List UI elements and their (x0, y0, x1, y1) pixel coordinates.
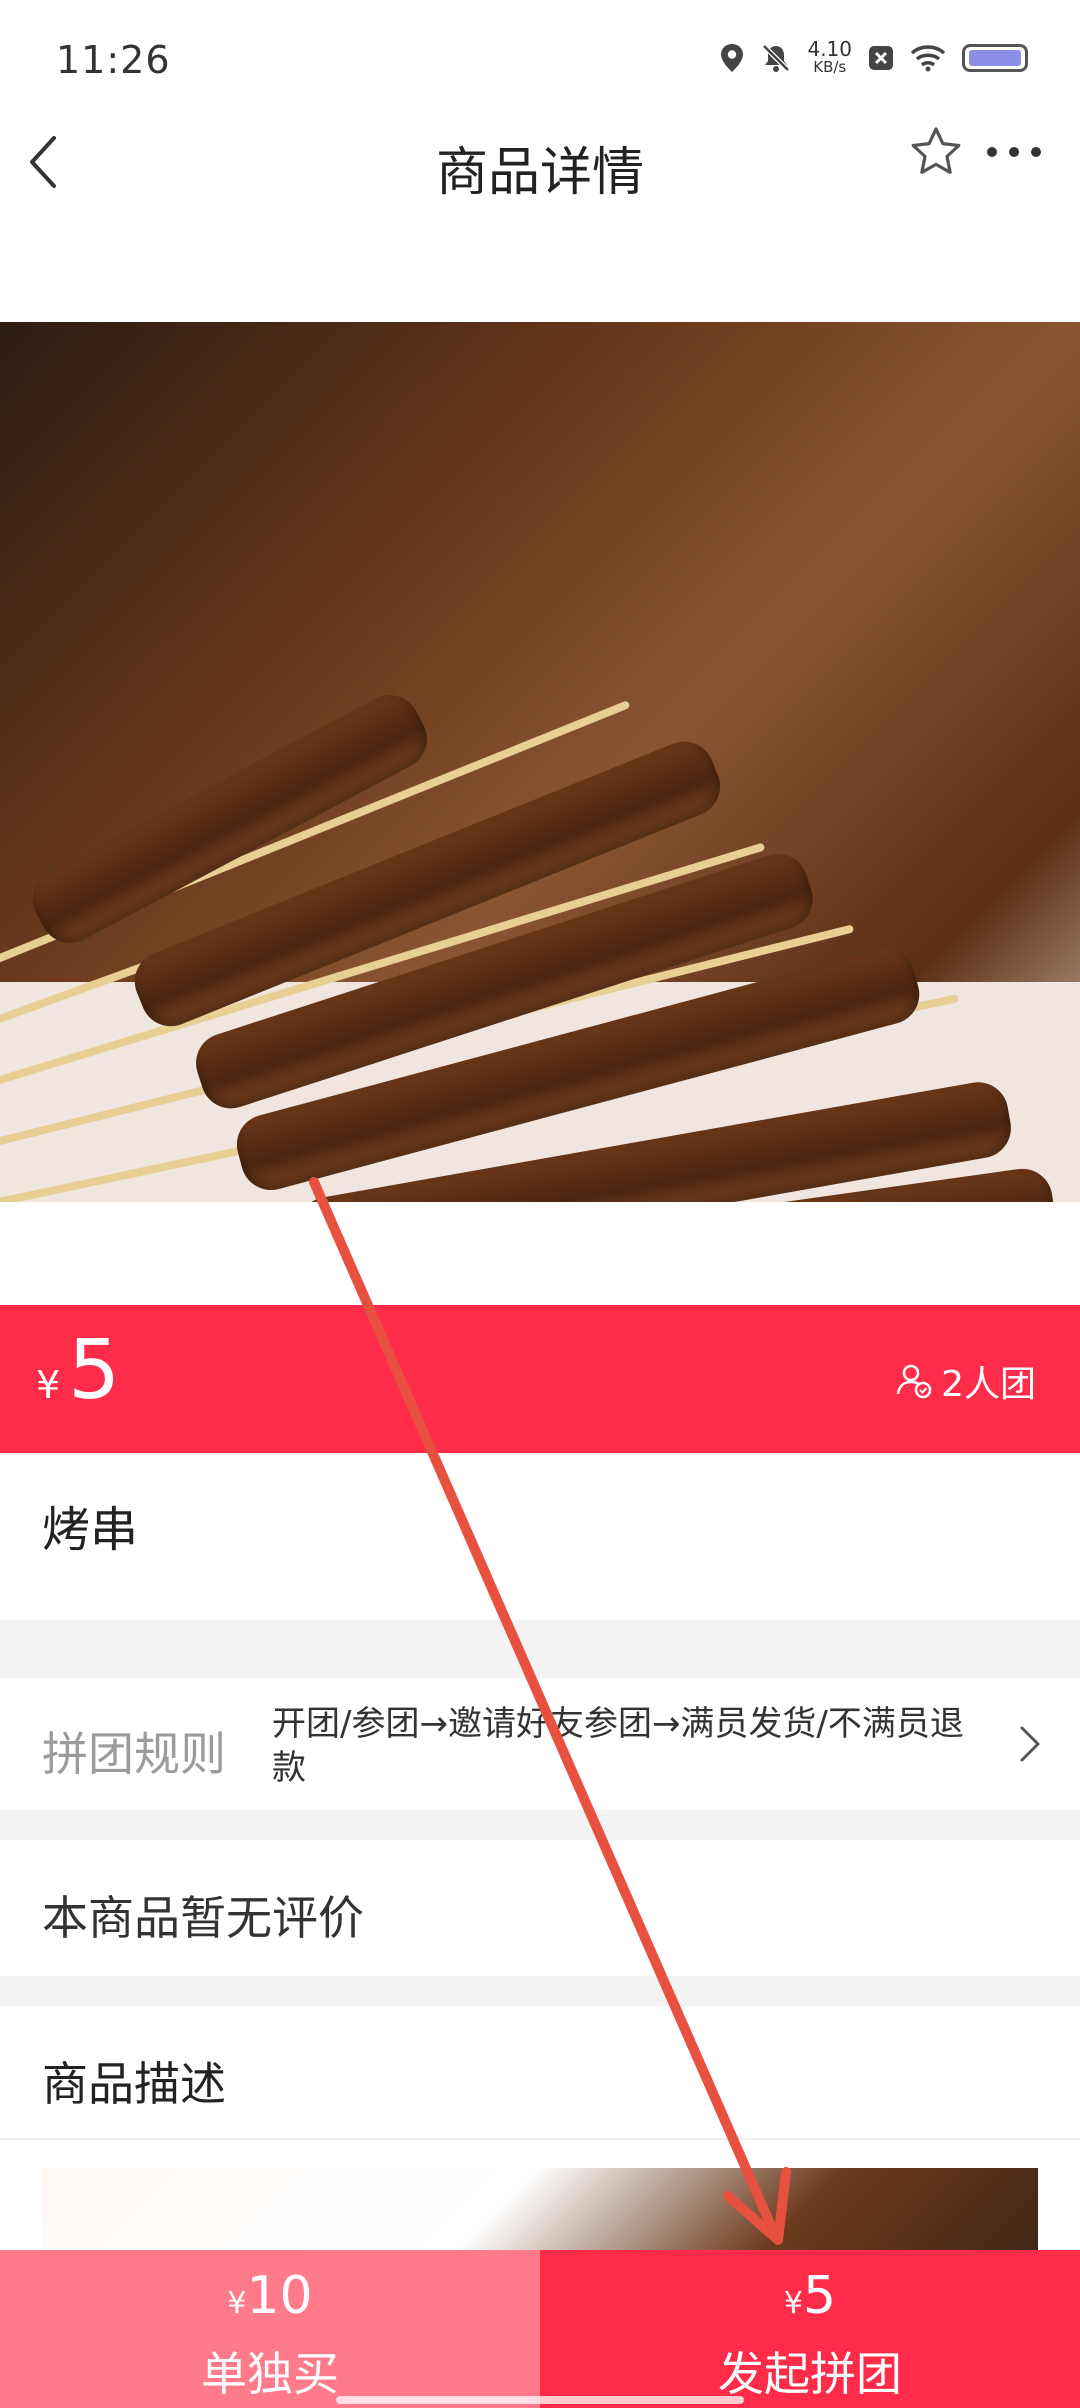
more-dots-icon[interactable] (984, 140, 1044, 164)
group-buy-currency: ¥ (783, 2286, 803, 2321)
group-size-tag: 2人团 (895, 1355, 1036, 1407)
location-icon (721, 44, 744, 72)
chevron-right-icon (1020, 1726, 1040, 1762)
price-band: ¥ 5 2人团 (0, 1305, 1080, 1453)
section-divider (0, 1810, 1080, 1840)
net-speed: 4.10 KB/s (807, 37, 852, 76)
no-reviews-text: 本商品暂无评价 (42, 1891, 364, 1945)
app-notification-icon (869, 46, 893, 70)
description-title: 商品描述 (42, 2057, 226, 2111)
status-bar: 11:26 4.10 KB/s (0, 0, 1080, 120)
home-indicator (336, 2396, 744, 2404)
buy-alone-currency: ¥ (227, 2286, 247, 2321)
group-buy-price-value: 5 (803, 2266, 837, 2326)
buy-alone-label: 单独买 (201, 2347, 339, 2401)
battery-icon (962, 44, 1028, 72)
group-rules-label: 拼团规则 (42, 1727, 226, 1781)
group-buy-label: 发起拼团 (718, 2347, 902, 2401)
net-speed-unit: KB/s (813, 58, 847, 76)
status-time: 11:26 (56, 38, 171, 82)
bottom-action-bar: ¥10 单独买 ¥5 发起拼团 (0, 2250, 1080, 2408)
net-speed-value: 4.10 (807, 37, 852, 61)
group-price: 5 (68, 1323, 121, 1418)
section-divider (0, 1620, 1080, 1678)
price-currency: ¥ (36, 1363, 61, 1407)
product-image[interactable] (0, 322, 1080, 1202)
star-outline-icon[interactable] (908, 124, 964, 180)
wifi-icon (910, 45, 946, 72)
buy-alone-button[interactable]: ¥10 单独买 (0, 2250, 540, 2408)
start-group-buy-button[interactable]: ¥5 发起拼团 (540, 2250, 1080, 2408)
bell-off-icon (762, 44, 791, 72)
buy-alone-price-value: 10 (246, 2266, 313, 2326)
buy-alone-price: ¥10 (0, 2266, 540, 2326)
status-icons: 4.10 KB/s (719, 37, 1028, 76)
group-size-label: 2人团 (941, 1364, 1036, 1405)
group-rules-row[interactable]: 拼团规则 开团/参团→邀请好友参团→满员发货/不满员退款 (0, 1678, 1080, 1810)
section-divider (0, 1976, 1080, 2006)
description-divider (0, 2138, 1080, 2140)
group-buy-price: ¥5 (540, 2266, 1080, 2326)
product-name: 烤串 (42, 1502, 139, 1558)
group-rules-text: 开团/参团→邀请好友参团→满员发货/不满员退款 (272, 1704, 964, 1788)
group-people-icon (896, 1364, 932, 1399)
